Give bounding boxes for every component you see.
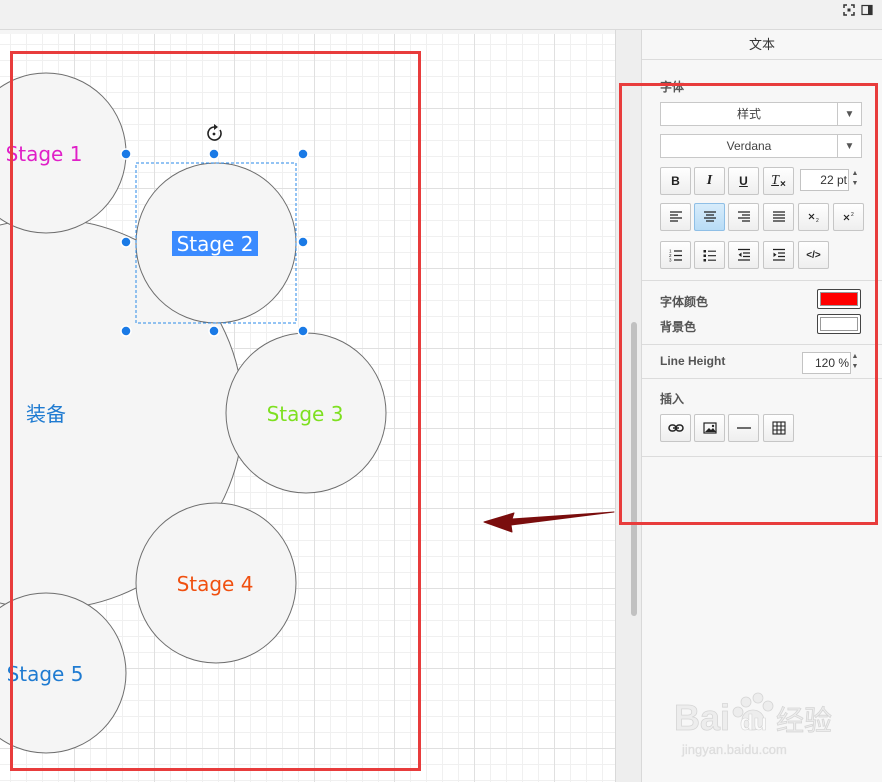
watermark-brand: Bai: [674, 697, 730, 738]
watermark-url: jingyan.baidu.com: [681, 742, 787, 757]
baidu-watermark: Bai du 经验 jingyan.baidu.com: [672, 680, 842, 770]
annotation-arrow: [483, 511, 615, 533]
watermark-suffix: 经验: [776, 704, 832, 737]
watermark-brand-du: du: [740, 710, 767, 735]
